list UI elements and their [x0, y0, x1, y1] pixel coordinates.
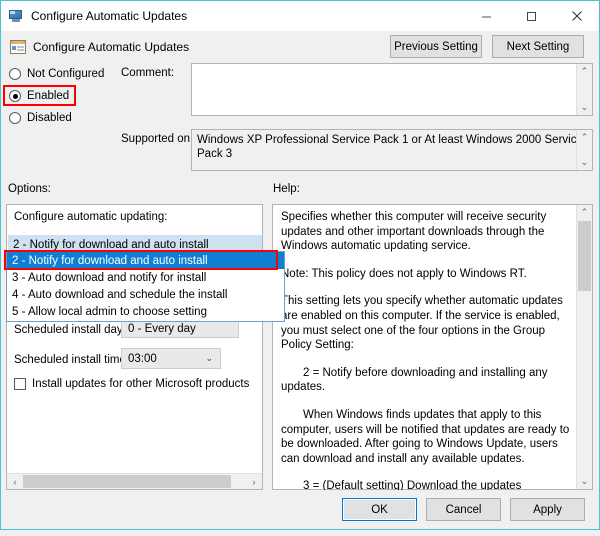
- radio-label-disabled: Disabled: [27, 112, 72, 124]
- install-other-products-label: Install updates for other Microsoft prod…: [32, 378, 250, 390]
- scroll-up-icon[interactable]: ⌃: [577, 64, 593, 79]
- help-pane: Specifies whether this computer will rec…: [272, 204, 593, 522]
- comment-value: [192, 64, 592, 70]
- setting-nav-buttons: Previous Setting Next Setting: [390, 35, 584, 58]
- help-scroll-thumb[interactable]: [578, 221, 591, 291]
- scroll-up-icon[interactable]: ⌃: [577, 205, 593, 220]
- dropdown-item[interactable]: 5 - Allow local admin to choose setting: [7, 303, 284, 320]
- radio-mark-enabled: [9, 90, 21, 102]
- radio-label-not-configured: Not Configured: [27, 68, 105, 80]
- minimize-icon[interactable]: [464, 1, 509, 31]
- dialog-footer: OK Cancel Apply: [2, 490, 598, 528]
- apply-button[interactable]: Apply: [510, 498, 585, 521]
- radio-disabled[interactable]: Disabled: [9, 107, 117, 129]
- next-setting-button[interactable]: Next Setting: [492, 35, 584, 58]
- title-bar: Configure Automatic Updates: [1, 1, 599, 31]
- help-paragraph: 2 = Notify before downloading and instal…: [281, 366, 548, 394]
- install-other-products-checkbox[interactable]: Install updates for other Microsoft prod…: [14, 378, 249, 390]
- comment-scrollbar[interactable]: ⌃ ⌄: [576, 64, 592, 115]
- comment-field[interactable]: ⌃ ⌄: [191, 63, 593, 116]
- chevron-down-icon[interactable]: ⌄: [205, 354, 213, 363]
- options-horizontal-scrollbar[interactable]: ‹ ›: [7, 473, 262, 489]
- hscroll-thumb[interactable]: [23, 475, 231, 488]
- scroll-up-icon[interactable]: ⌃: [577, 130, 593, 145]
- monitor-icon: [8, 8, 24, 24]
- comment-label: Comment:: [121, 67, 175, 79]
- supported-on-scrollbar[interactable]: ⌃ ⌄: [576, 130, 592, 170]
- scheduled-install-time-label: Scheduled install time:: [14, 354, 130, 366]
- dropdown-item[interactable]: 2 - Notify for download and auto install: [7, 252, 284, 269]
- dropdown-item[interactable]: 4 - Auto download and schedule the insta…: [7, 286, 284, 303]
- radio-enabled[interactable]: Enabled: [9, 85, 117, 107]
- supported-on-label: Supported on:: [121, 133, 194, 145]
- help-paragraph: When Windows finds updates that apply to…: [281, 408, 570, 465]
- footer-buttons: OK Cancel Apply: [342, 498, 585, 521]
- help-text: Specifies whether this computer will rec…: [281, 210, 572, 536]
- ok-button[interactable]: OK: [342, 498, 417, 521]
- help-label: Help:: [273, 183, 300, 195]
- radio-mark-not-configured: [9, 68, 21, 80]
- cancel-button[interactable]: Cancel: [426, 498, 501, 521]
- scroll-down-icon[interactable]: ⌄: [577, 155, 593, 170]
- scroll-right-icon[interactable]: ›: [246, 474, 262, 490]
- scheduled-install-day-value: 0 - Every day: [128, 322, 196, 335]
- supported-on-value: Windows XP Professional Service Pack 1 o…: [197, 134, 583, 160]
- scheduled-install-time-combobox[interactable]: 03:00 ⌄: [121, 348, 221, 369]
- scheduled-install-day-label: Scheduled install day:: [14, 324, 126, 336]
- setting-header: Configure Automatic Updates Previous Set…: [2, 31, 598, 62]
- checkbox-box: [14, 378, 26, 390]
- setting-name: Configure Automatic Updates: [33, 39, 190, 54]
- options-pane: Configure automatic updating: 2 - Notify…: [6, 204, 263, 490]
- help-paragraph: Note: This policy does not apply to Wind…: [281, 267, 527, 280]
- previous-setting-button[interactable]: Previous Setting: [390, 35, 482, 58]
- configure-updating-dropdown[interactable]: 2 - Notify for download and auto install…: [6, 251, 285, 322]
- scroll-down-icon[interactable]: ⌄: [577, 474, 593, 489]
- configure-updating-label: Configure automatic updating:: [14, 211, 168, 223]
- supported-on-field: Windows XP Professional Service Pack 1 o…: [191, 129, 593, 171]
- radio-label-enabled: Enabled: [27, 90, 70, 102]
- window-title: Configure Automatic Updates: [31, 9, 188, 23]
- group-policy-icon: [10, 39, 26, 55]
- help-paragraph: This setting lets you specify whether au…: [281, 295, 563, 352]
- configure-updating-value: 2 - Notify for download and auto install: [13, 238, 209, 251]
- maximize-icon[interactable]: [509, 1, 554, 31]
- help-paragraph: Specifies whether this computer will rec…: [281, 211, 547, 253]
- scroll-down-icon[interactable]: ⌄: [577, 100, 593, 115]
- help-scrollbar[interactable]: ⌃ ⌄: [576, 205, 592, 489]
- options-label: Options:: [8, 183, 51, 195]
- dropdown-item[interactable]: 3 - Auto download and notify for install: [7, 269, 284, 286]
- hscroll-track[interactable]: [23, 474, 246, 490]
- scheduled-install-time-value: 03:00: [128, 352, 157, 365]
- radio-mark-disabled: [9, 112, 21, 124]
- window-controls: [464, 1, 599, 31]
- close-icon[interactable]: [554, 1, 599, 31]
- radio-not-configured[interactable]: Not Configured: [9, 63, 117, 85]
- state-radio-group: Not Configured Enabled Disabled: [9, 63, 117, 129]
- scroll-left-icon[interactable]: ‹: [7, 474, 23, 490]
- configure-automatic-updates-window: Configure Automatic Updates Configure Au…: [0, 0, 600, 530]
